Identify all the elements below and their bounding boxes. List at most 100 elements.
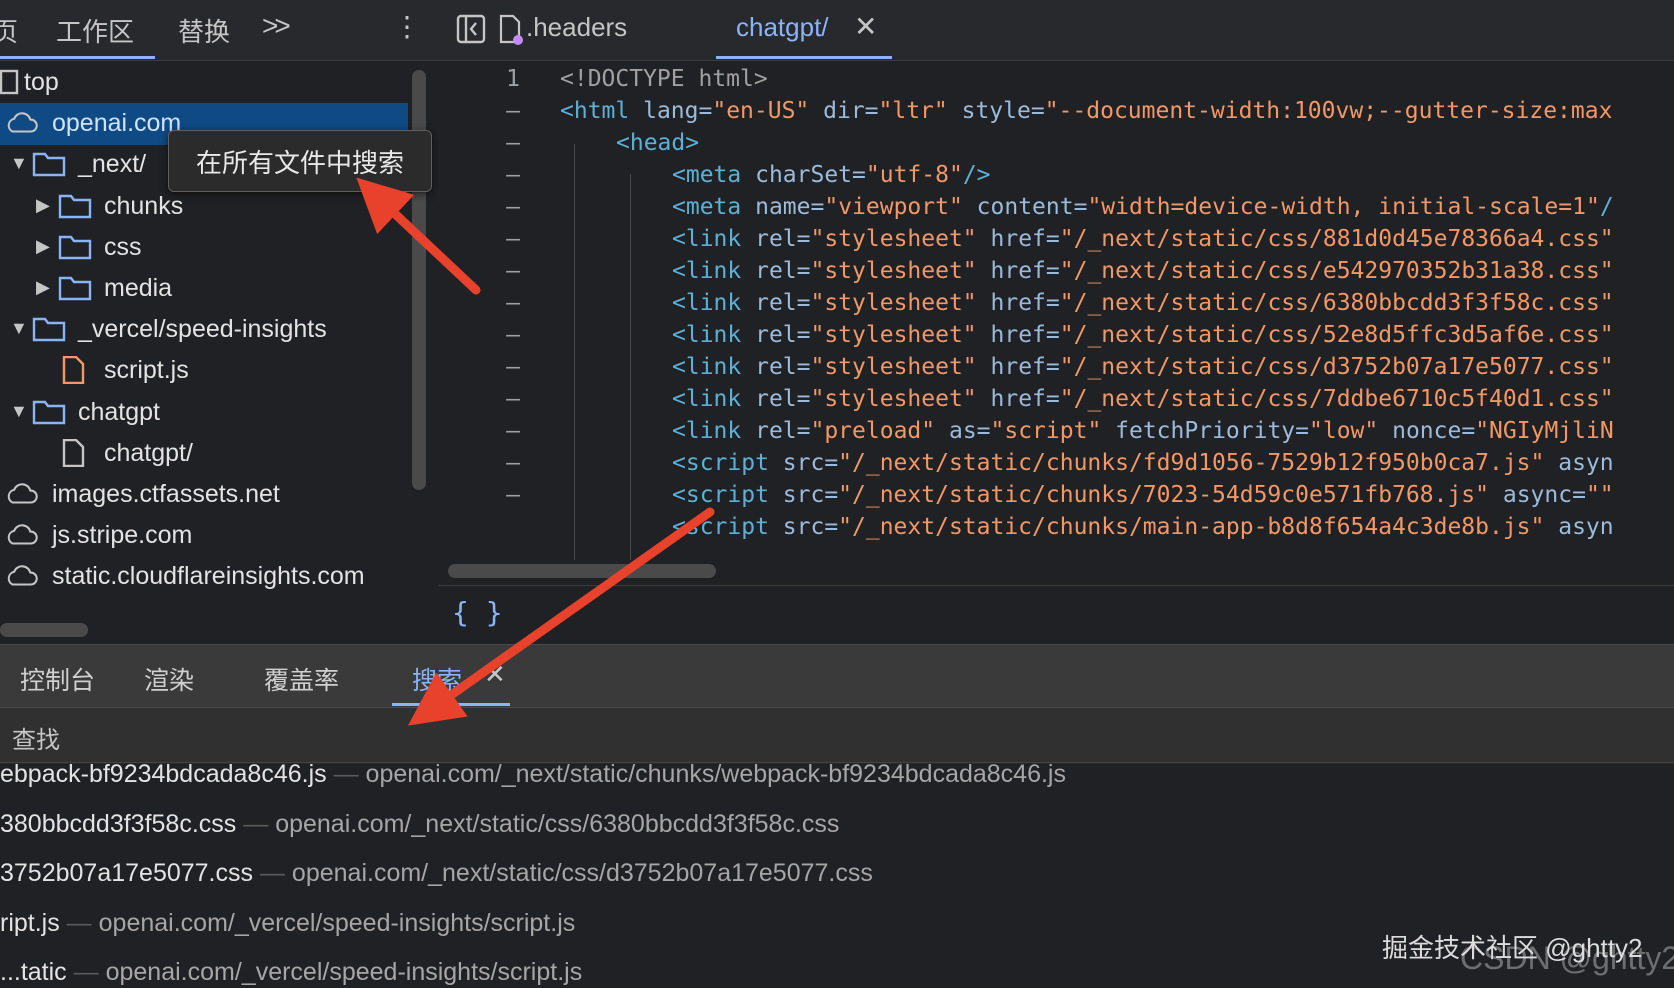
search-find-bar[interactable]: 查找 [0,708,1674,763]
folder-icon [58,192,92,220]
expanded-triangle-icon[interactable]: ▼ [10,401,28,422]
tree-item[interactable]: ▼ chatgpt [0,392,408,434]
code-text: <link rel="stylesheet" href="/_next/stat… [672,354,1614,380]
code-line[interactable]: – <link rel="stylesheet" href="/_next/sta… [438,258,1674,292]
search-result-row[interactable]: 3752b07a17e5077.css — openai.com/_next/s… [0,859,873,899]
code-token: rel= [755,322,811,348]
code-token: name= [755,194,825,220]
code-token: rel= [755,386,811,412]
result-file-name: ebpack-bf9234bdcada8c46.js [0,764,327,788]
code-text: <script src="/_next/static/chunks/main-a… [672,514,1614,540]
search-result-row[interactable]: ...tatic — openai.com/_vercel/speed-insi… [0,958,582,988]
code-horizontal-scrollbar[interactable] [448,564,716,578]
kebab-menu-icon[interactable]: ⋮ [393,10,421,43]
code-token: <script [672,514,783,540]
tab-page[interactable]: 页 [0,12,18,49]
code-token: src= [782,514,839,540]
tree-item[interactable]: top [0,62,408,104]
code-token: nonce= [1392,418,1476,444]
code-area[interactable]: 1 <!DOCTYPE html> – <html lang="en-US" dir=… [438,62,1674,560]
navigator-panel: 页 工作区 替换 >> ⋮ top openai.com ▼ _next/ ▶ chunk… [0,0,439,644]
line-number: – [506,130,520,156]
code-token: asyn [1558,514,1614,540]
code-token: "/_next/static/css/d3752b07a17e5077.css" [1059,354,1614,380]
tree-item[interactable]: chatgpt/ [0,433,408,475]
code-line[interactable]: – <html lang="en-US" dir="ltr" style="--d… [438,98,1674,132]
tab-coverage[interactable]: 覆盖率 [264,661,339,697]
result-file-path: openai.com/_vercel/speed-insights/script… [105,958,583,986]
code-line[interactable]: – <link rel="stylesheet" href="/_next/sta… [438,386,1674,420]
active-tab-indicator [392,703,510,706]
collapsed-triangle-icon[interactable]: ▶ [36,236,50,257]
code-text: <link rel="stylesheet" href="/_next/stat… [672,290,1614,316]
code-token: href= [990,354,1060,380]
code-token: "/_next/static/chunks/fd9d1056-7529b12f9… [838,450,1559,476]
code-token: "stylesheet" [810,354,991,380]
tree-item-label: js.stripe.com [52,521,193,550]
tab-rendering[interactable]: 渲染 [144,661,194,697]
result-separator: — [253,859,292,887]
line-number: – [506,98,520,124]
toggle-navigator-icon[interactable] [456,14,486,44]
tab-console[interactable]: 控制台 [20,661,95,697]
code-line[interactable]: – <head> [438,130,1674,164]
code-token: <head> [616,130,700,156]
more-tabs-chevron-icon[interactable]: >> [262,10,291,42]
code-token: href= [990,386,1060,412]
tree-item[interactable]: script.js [0,350,408,392]
search-result-row[interactable]: ebpack-bf9234bdcada8c46.js — openai.com/… [0,764,1066,800]
tab-overrides[interactable]: 替换 [178,12,230,49]
tab-search[interactable]: 搜索 [412,661,462,697]
result-file-path: openai.com/_next/static/css/d3752b07a17e… [291,859,873,887]
expanded-triangle-icon[interactable]: ▼ [10,153,28,174]
code-text: <link rel="stylesheet" href="/_next/stat… [672,322,1614,348]
line-number: – [506,418,520,444]
code-line[interactable]: – <link rel="stylesheet" href="/_next/sta… [438,226,1674,260]
watermark-juejin: 掘金技术社区 @ghtty2 [1382,933,1643,963]
code-line[interactable]: <script src="/_next/static/chunks/main-a… [438,514,1674,548]
code-token: rel= [755,418,811,444]
tree-item[interactable]: ▶ media [0,268,408,310]
tree-item[interactable]: static.cloudflareinsights.com [0,556,408,598]
close-search-tab-icon[interactable]: ✕ [484,659,506,690]
tree-item-label: _vercel/speed-insights [78,315,327,344]
result-file-path: openai.com/_next/static/css/6380bbcdd3f3… [275,809,840,838]
code-line[interactable]: – <meta charSet="utf-8"/> [438,162,1674,196]
expanded-triangle-icon[interactable]: ▼ [10,318,28,339]
result-separator: — [236,809,276,838]
code-token: <link [672,354,756,380]
code-text: <script src="/_next/static/chunks/7023-5… [672,482,1614,508]
code-line[interactable]: – <link rel="stylesheet" href="/_next/sta… [438,290,1674,324]
tree-item[interactable]: js.stripe.com [0,515,408,557]
search-result-row[interactable]: 380bbcdd3f3f58c.css — openai.com/_next/s… [0,810,839,850]
code-line[interactable]: – <link rel="stylesheet" href="/_next/sta… [438,354,1674,388]
tree-horizontal-scrollbar[interactable] [0,623,88,637]
code-token: "utf-8" [865,162,963,188]
tree-item[interactable]: images.ctfassets.net [0,474,408,516]
search-result-row[interactable]: ript.js — openai.com/_vercel/speed-insig… [0,909,575,949]
tree-item[interactable]: ▶ css [0,227,408,269]
code-line[interactable]: – <link rel="preload" as="script" fetchPr… [438,418,1674,452]
code-line[interactable]: – <script src="/_next/static/chunks/7023-… [438,482,1674,516]
line-number: – [506,290,520,316]
code-token: <meta [672,162,756,188]
code-line[interactable]: 1 <!DOCTYPE html> [438,66,1674,100]
result-file-name: ript.js [0,908,60,937]
code-token: <link [672,290,756,316]
editor-tabbar: .headers chatgpt/ ✕ [438,0,1674,61]
pretty-print-button[interactable]: { } [452,596,503,629]
navigator-tabbar: 页 工作区 替换 >> ⋮ [0,0,438,61]
close-tab-icon[interactable]: ✕ [854,10,877,43]
tab-chatgpt[interactable]: chatgpt/ [736,12,829,43]
code-line[interactable]: – <meta name="viewport" content="width=de… [438,194,1674,228]
tab-headers[interactable]: .headers [526,12,627,43]
collapsed-triangle-icon[interactable]: ▶ [36,195,50,216]
tab-workspace[interactable]: 工作区 [56,12,134,49]
code-token: content= [976,194,1088,220]
tree-item[interactable]: ▼ _vercel/speed-insights [0,309,408,351]
collapsed-triangle-icon[interactable]: ▶ [36,277,50,298]
folder-icon [32,315,66,343]
cloud-icon [4,480,38,508]
code-line[interactable]: – <script src="/_next/static/chunks/fd9d1… [438,450,1674,484]
code-line[interactable]: – <link rel="stylesheet" href="/_next/sta… [438,322,1674,356]
